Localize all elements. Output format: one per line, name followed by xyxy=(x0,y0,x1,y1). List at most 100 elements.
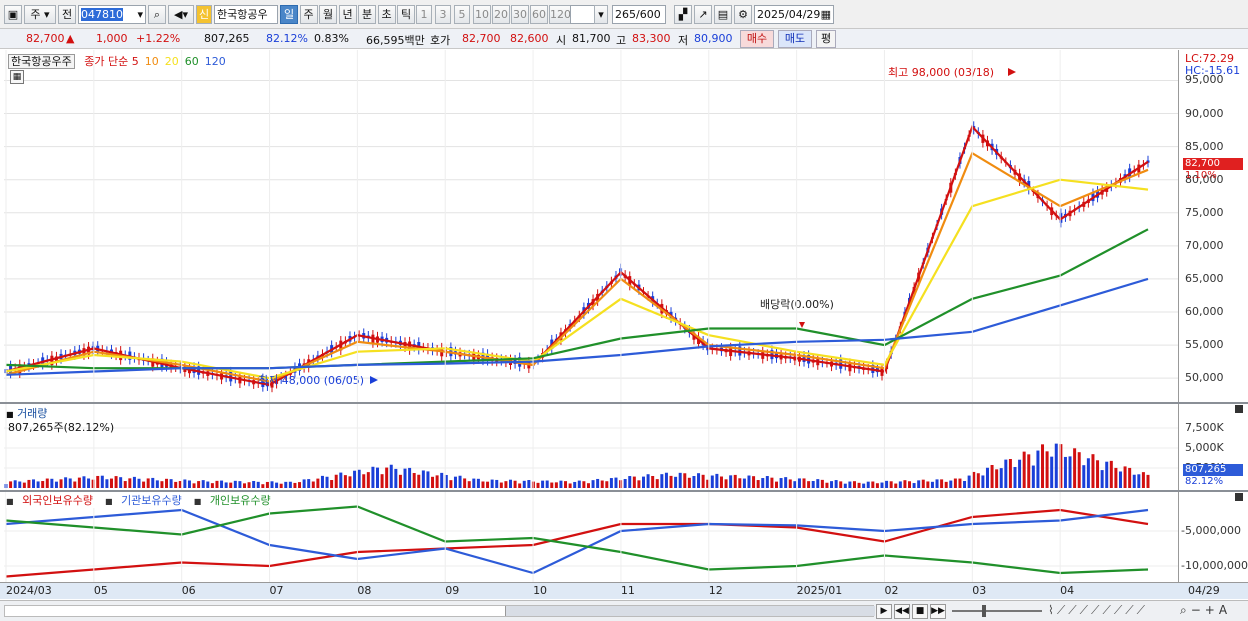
scroll-track[interactable] xyxy=(4,605,875,617)
price-change-pct: +1.22% xyxy=(136,32,181,45)
chevron-down-icon[interactable]: ▾ xyxy=(594,5,608,24)
avg-button[interactable]: 평 xyxy=(816,30,836,48)
zoom-controls[interactable]: ⌕−+A xyxy=(1180,603,1231,618)
volume-bar xyxy=(545,480,549,488)
volume-panel: ■ 거래량 807,265주(82.12%) xyxy=(4,404,1178,621)
volume-bar xyxy=(224,482,228,488)
volume-bar xyxy=(903,480,907,488)
period-button[interactable]: 년 xyxy=(338,5,357,24)
price-legend: 한국항공우주 종가 단순 5 10 20 60 120 xyxy=(8,53,238,69)
volume-bar xyxy=(325,476,329,488)
volume-bar xyxy=(417,474,421,488)
volume-bar xyxy=(710,475,714,488)
x-tick-label: 2024/03 xyxy=(6,584,52,597)
volume-bar xyxy=(256,481,260,488)
volume-bar xyxy=(830,481,834,488)
volume-bar xyxy=(302,479,306,488)
close-panel-icon[interactable] xyxy=(1235,405,1243,413)
buy-button[interactable]: 매수 xyxy=(740,30,774,48)
y-tick-label: 75,000 xyxy=(1185,205,1224,219)
period-button[interactable]: 월 xyxy=(319,5,337,24)
interval-button[interactable]: 60 xyxy=(530,5,548,24)
volume-bar xyxy=(449,480,453,488)
draw-tool-icon[interactable]: ↗ xyxy=(694,5,712,24)
volume-bar xyxy=(1086,458,1090,488)
interval-button[interactable]: 120 xyxy=(549,5,571,24)
period-button[interactable]: 주 xyxy=(299,5,318,24)
volume-bar xyxy=(206,481,210,488)
scroll-right-icon[interactable]: ▶ xyxy=(876,604,892,619)
table-icon[interactable]: ▦ xyxy=(10,70,24,84)
interval-button[interactable]: 30 xyxy=(511,5,529,24)
volume-bar xyxy=(926,481,930,488)
volume-bar xyxy=(582,481,586,488)
ma-line xyxy=(5,151,1149,383)
zoom-slider[interactable] xyxy=(952,605,1042,617)
volume-bar xyxy=(238,481,242,488)
stop-icon[interactable]: ■ xyxy=(912,604,928,619)
period-button[interactable]: 분 xyxy=(358,5,376,24)
date-input[interactable]: 2025/04/29 ▦ xyxy=(754,5,834,24)
volume-bar xyxy=(1082,465,1086,488)
gear-icon[interactable]: ⚙ xyxy=(734,5,752,24)
volume-bar xyxy=(123,481,127,488)
volume-bar xyxy=(642,476,646,488)
scroll-thumb[interactable] xyxy=(505,606,875,616)
type-select[interactable]: 주 ▾ xyxy=(24,5,56,24)
volume-bar xyxy=(41,481,45,488)
volume-bar xyxy=(1068,456,1072,488)
volume-bar xyxy=(316,478,320,488)
volume-bar xyxy=(109,478,113,488)
last-page-icon[interactable]: ▶▶ xyxy=(930,604,946,619)
bar-count[interactable]: 265/600 xyxy=(612,5,666,24)
drawing-tools[interactable]: ⌇⟋⟋⟋⟋⟋⟋⟋⟋ xyxy=(1048,603,1148,618)
first-page-icon[interactable]: ◀◀ xyxy=(894,604,910,619)
period-button[interactable]: 초 xyxy=(377,5,396,24)
volume-bar xyxy=(385,467,389,488)
volume-bar xyxy=(701,474,705,488)
interval-button[interactable]: 10 xyxy=(473,5,491,24)
x-tick-label: 04 xyxy=(1060,584,1075,597)
interval-button[interactable]: 3 xyxy=(435,5,451,24)
volume-bar xyxy=(674,476,678,488)
x-tick-label: 2025/01 xyxy=(796,584,843,597)
volume-bar xyxy=(820,479,824,488)
x-tick-label: 11 xyxy=(620,584,635,597)
scroll-bar: ▶ ◀◀ ■ ▶▶ ⌇⟋⟋⟋⟋⟋⟋⟋⟋ ⌕−+A xyxy=(0,600,1248,621)
volume-bar xyxy=(935,479,939,488)
quote-bar: 82,700 ▲ 1,000 +1.22% 807,265 82.12% 0.8… xyxy=(0,29,1248,49)
chart-tool-icon[interactable]: ▞ xyxy=(674,5,692,24)
volume-bar xyxy=(1073,448,1077,488)
close-panel-icon[interactable] xyxy=(1235,493,1243,501)
volume-bar xyxy=(660,474,664,488)
zoom-slider-handle[interactable] xyxy=(982,605,986,617)
price-panel: 최고 98,000 (03/18)최저 48,000 (06/05)배당락(0.… xyxy=(4,50,1178,450)
stock-code-input[interactable]: 047810 ▾ xyxy=(78,5,146,24)
y-tick-label: 7,500K xyxy=(1185,421,1224,434)
volume-bar xyxy=(793,481,797,488)
sell-button[interactable]: 매도 xyxy=(778,30,812,48)
volume-bar xyxy=(146,478,150,488)
volume-bar xyxy=(1041,444,1045,488)
low-marker-icon xyxy=(370,376,378,384)
save-icon[interactable]: ▤ xyxy=(714,5,732,24)
stock-tag[interactable]: 한국항공우주 xyxy=(8,54,75,69)
volume-bar xyxy=(233,480,237,488)
speaker-icon[interactable]: ◀▾ xyxy=(168,5,194,24)
search-icon[interactable]: ⌕ xyxy=(148,5,166,24)
volume-bar xyxy=(22,482,26,488)
layout-icon[interactable]: ▣ xyxy=(4,5,22,24)
interval-button[interactable]: 1 xyxy=(416,5,432,24)
volume-subtitle: 807,265주(82.12%) xyxy=(8,421,115,434)
y-tick-label: 90,000 xyxy=(1185,106,1224,120)
interval-button[interactable]: 5 xyxy=(454,5,470,24)
interval-button[interactable]: 20 xyxy=(492,5,510,24)
high-annotation: 최고 98,000 (03/18) xyxy=(888,66,994,79)
period-button[interactable]: 일 xyxy=(280,5,298,24)
period-button[interactable]: 틱 xyxy=(397,5,415,24)
volume-bar xyxy=(628,476,632,488)
legend-item: 20 xyxy=(164,55,179,68)
volume-bar xyxy=(816,479,820,488)
x-tick-label: 03 xyxy=(972,584,987,597)
prev-button[interactable]: 전 xyxy=(58,5,76,24)
